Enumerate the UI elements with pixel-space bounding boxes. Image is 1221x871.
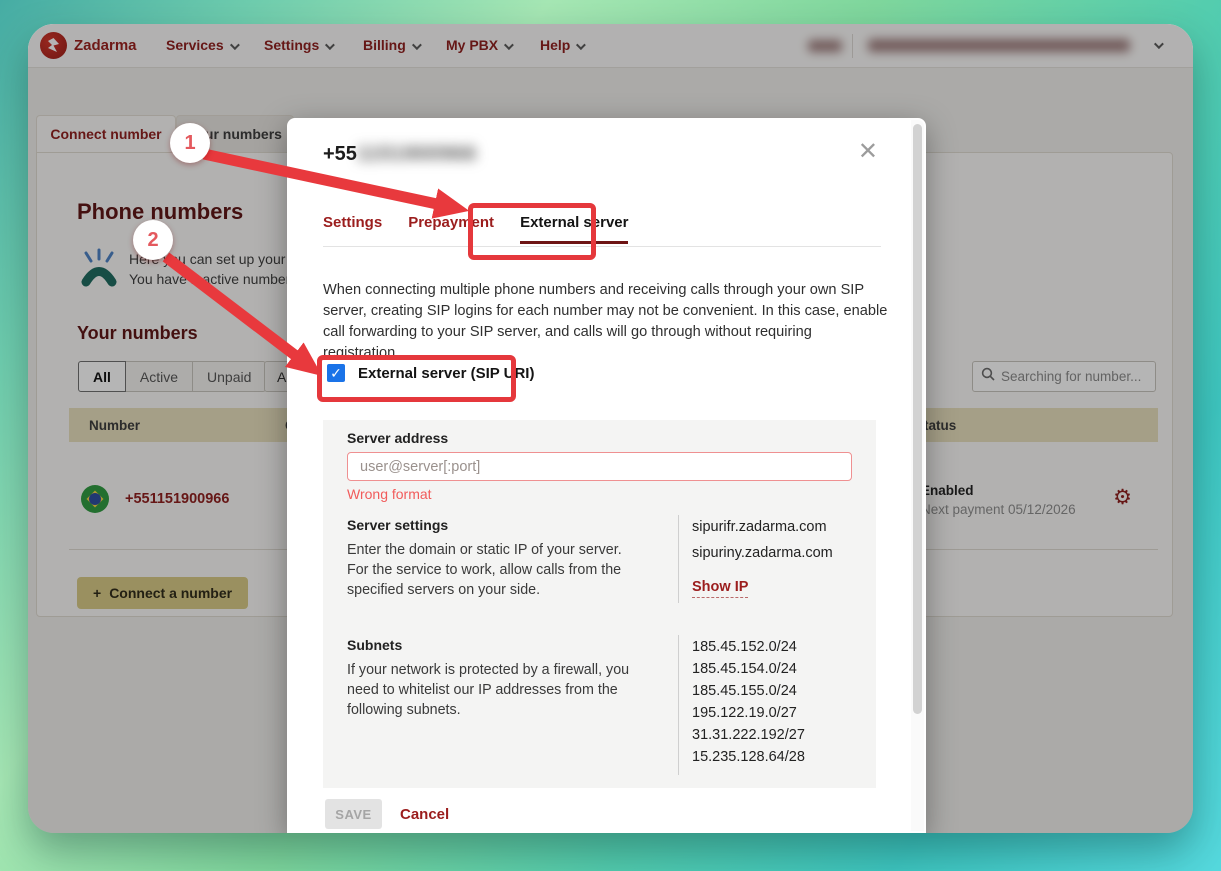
subnet-item: 185.45.155.0/24 [692, 683, 805, 699]
error-message: Wrong format [347, 486, 432, 502]
vertical-divider [678, 515, 679, 603]
server-settings-title: Server settings [347, 517, 448, 533]
server-address-input[interactable] [347, 452, 852, 481]
step-2-badge: 2 [133, 220, 173, 260]
sip-domain: sipuriny.zadarma.com [692, 545, 833, 561]
sip-domain: sipurifr.zadarma.com [692, 519, 833, 535]
subnets-title: Subnets [347, 637, 402, 653]
cancel-button[interactable]: Cancel [400, 806, 449, 823]
subnets-list: 185.45.152.0/24 185.45.154.0/24 185.45.1… [692, 639, 805, 771]
subnets-text: If your network is protected by a firewa… [347, 660, 647, 720]
subnet-item: 15.235.128.64/28 [692, 749, 805, 765]
show-ip-link[interactable]: Show IP [692, 579, 748, 598]
server-settings-text: Enter the domain or static IP of your se… [347, 540, 647, 600]
save-button[interactable]: SAVE [325, 799, 382, 829]
step-1-badge: 1 [170, 123, 210, 163]
tabs-divider [323, 246, 881, 247]
close-icon[interactable]: ✕ [858, 140, 878, 164]
subnet-item: 185.45.152.0/24 [692, 639, 805, 655]
number-prefix: +55 [323, 143, 357, 165]
external-server-form: Server address Wrong format Server setti… [323, 420, 876, 788]
subnet-item: 195.122.19.0/27 [692, 705, 805, 721]
server-address-label: Server address [347, 430, 448, 446]
modal-description: When connecting multiple phone numbers a… [323, 280, 889, 364]
subnet-item: 31.31.222.192/27 [692, 727, 805, 743]
vertical-divider [678, 635, 679, 775]
number-blurred: 1151900966 [357, 143, 477, 165]
number-settings-modal: +551151900966 ✕ Settings Prepayment Exte… [287, 118, 926, 833]
annotation-box-sip-uri-checkbox [317, 355, 516, 402]
modal-scrollbar-thumb[interactable] [913, 124, 922, 714]
sip-domains: sipurifr.zadarma.com sipuriny.zadarma.co… [692, 519, 833, 598]
subnet-item: 185.45.154.0/24 [692, 661, 805, 677]
annotation-box-external-server-tab [468, 203, 596, 260]
modal-title: +551151900966 [323, 143, 477, 166]
modal-tab-settings[interactable]: Settings [323, 214, 382, 244]
screenshot-stage: Connect number Your numbers Phone number… [0, 0, 1221, 871]
